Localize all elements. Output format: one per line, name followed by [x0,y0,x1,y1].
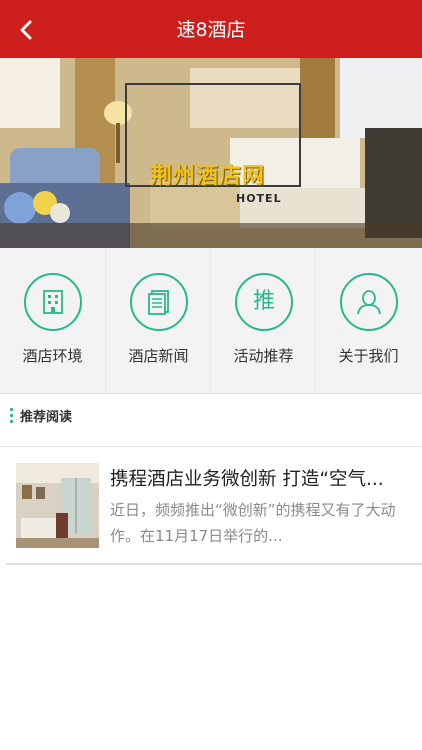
page-title: 速8酒店 [176,19,246,41]
banner-logo-subtext: HOTEL [236,192,282,205]
recommend-icon: 推 [235,273,293,331]
feature-menu: 酒店环境 酒店新闻 推 活动推荐 关于我们 [0,248,422,394]
article-title: 携程酒店业务微创新 打造“空气... [110,469,384,490]
app-header: 速8酒店 [0,0,422,58]
hotel-room-image [0,58,422,248]
banner-logo-text: 荆州酒店网 [150,164,266,189]
menu-item-about-us[interactable]: 关于我们 [316,248,421,393]
menu-label: 关于我们 [338,347,399,365]
menu-item-hotel-environment[interactable]: 酒店环境 [0,248,105,393]
recommend-glyph: 推 [252,289,275,314]
building-icon [24,273,82,331]
person-icon [340,273,398,331]
article-summary: 近日，频频推出“微创新”的携程又有了大动作。在11月17日举行的... [110,501,396,545]
menu-label: 酒店环境 [22,347,83,365]
menu-label: 活动推荐 [233,347,294,365]
menu-label: 酒店新闻 [128,347,189,365]
section-marker-icon [10,408,14,424]
hotel-banner-carousel[interactable]: 荆州酒店网 HOTEL [0,58,422,248]
article-thumbnail [16,463,99,548]
document-icon [130,273,188,331]
menu-item-activity-recommend[interactable]: 推 活动推荐 [211,248,316,393]
menu-item-hotel-news[interactable]: 酒店新闻 [106,248,211,393]
section-title: 推荐阅读 [20,410,73,425]
article-item[interactable]: 携程酒店业务微创新 打造“空气... 近日，频频推出“微创新”的携程又有了大动作… [6,447,422,565]
